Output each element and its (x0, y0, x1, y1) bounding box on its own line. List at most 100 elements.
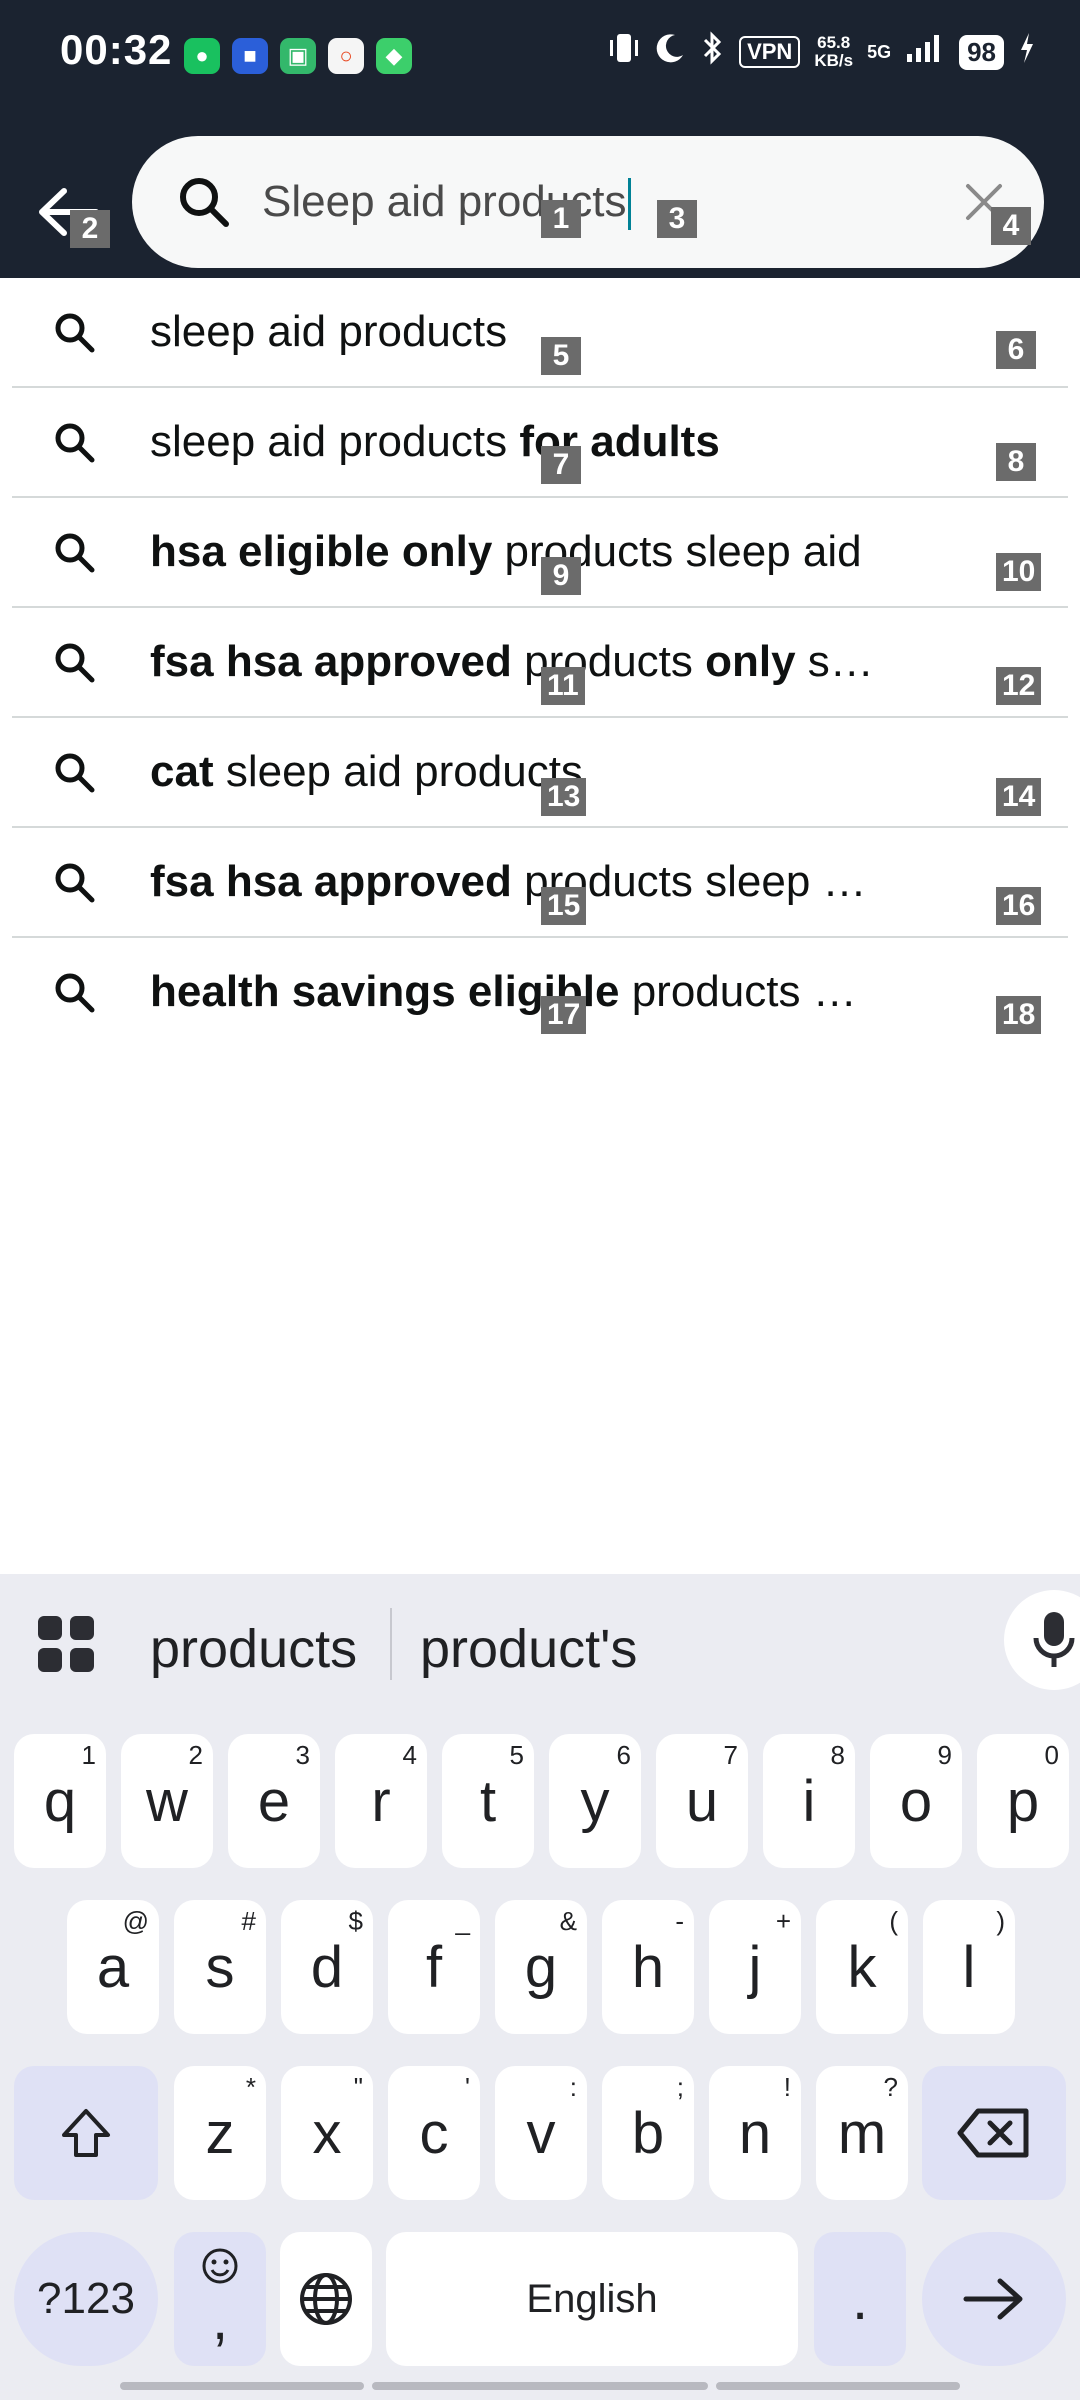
comma-key-label: , (211, 2286, 229, 2352)
moon-icon (653, 31, 687, 73)
key-h-label: h (631, 1934, 665, 2000)
emoji-icon (202, 2248, 238, 2283)
key-f[interactable]: f _ (388, 1900, 480, 2034)
annotation-tag: 18 (996, 996, 1042, 1034)
shift-key[interactable] (14, 2066, 158, 2200)
space-key[interactable]: English (386, 2232, 798, 2366)
language-key[interactable] (280, 2232, 372, 2366)
key-y-label: y (580, 1768, 610, 1834)
word-suggestion-1[interactable]: products (150, 1618, 357, 1680)
key-e-label: e (257, 1768, 291, 1834)
key-v-hint: : (569, 2072, 577, 2102)
suggestion-item[interactable]: hsa eligible only products sleep aid (12, 498, 1068, 608)
text-caret (628, 178, 632, 231)
key-w-hint: 2 (188, 1740, 203, 1770)
apps-grid-icon[interactable] (36, 1614, 96, 1674)
charging-icon (1018, 31, 1036, 73)
key-l[interactable]: l) (923, 1900, 1015, 2034)
annotation-tag: 10 (996, 553, 1042, 591)
key-x-label: x (312, 2100, 342, 2166)
key-b[interactable]: b; (602, 2066, 694, 2200)
annotation-tag: 4 (991, 207, 1031, 245)
key-c[interactable]: c ' (388, 2066, 480, 2200)
suggestion-divider (390, 1608, 392, 1680)
symbols-key[interactable]: ?123 (14, 2232, 158, 2366)
status-time: 00:32 (60, 26, 173, 73)
key-n[interactable]: n! (709, 2066, 801, 2200)
key-o-hint: 9 (937, 1740, 952, 1770)
key-j-hint: + (775, 1906, 791, 1936)
key-a[interactable]: a @ (67, 1900, 159, 2034)
search-input[interactable]: Sleep aid products (262, 166, 782, 238)
search-icon (55, 753, 95, 793)
search-box[interactable]: Sleep aid products (132, 136, 1044, 268)
suggestion-item[interactable]: health savings eligible products … (12, 938, 1068, 1046)
key-g-hint: & (559, 1906, 577, 1936)
period-key[interactable]: . (814, 2232, 906, 2366)
key-x[interactable]: x " (281, 2066, 373, 2200)
key-y[interactable]: y6 (549, 1734, 641, 1868)
app-green-icon: ▣ (280, 38, 316, 74)
suggestion-part: sleep aid products (150, 307, 508, 356)
annotation-tag: 1 (541, 200, 581, 238)
key-f-label: f (425, 1934, 443, 2000)
key-u[interactable]: u7 (656, 1734, 748, 1868)
key-g[interactable]: g & (495, 1900, 587, 2034)
period-key-label: . (851, 2266, 869, 2332)
key-k[interactable]: k( (816, 1900, 908, 2034)
battery-level: 98 (959, 34, 1004, 70)
suggestion-item[interactable]: fsa hsa approved products sleep … (12, 828, 1068, 938)
key-d[interactable]: d $ (281, 1900, 373, 2034)
suggestion-item[interactable]: cat sleep aid products (12, 718, 1068, 828)
key-t[interactable]: t5 (442, 1734, 534, 1868)
suggestion-part: sleep aid products (213, 747, 583, 796)
vpn-badge: VPN (739, 36, 801, 68)
speed-value: 65.8 (817, 33, 851, 52)
key-a-label: a (96, 1934, 130, 2000)
key-a-hint: @ (122, 1906, 149, 1936)
key-j[interactable]: j + (709, 1900, 801, 2034)
key-b-label: b (631, 2100, 665, 2166)
key-w[interactable]: w2 (121, 1734, 213, 1868)
keyboard: products product's q1w2e3r4t5y6u7i8o9p0a… (0, 1574, 1080, 2400)
comma-key[interactable]: , (174, 2232, 266, 2366)
key-i[interactable]: i8 (763, 1734, 855, 1868)
key-x-hint: " (353, 2072, 363, 2102)
key-p-label: p (1006, 1768, 1040, 1834)
key-u-hint: 7 (723, 1740, 738, 1770)
suggestion-bold-part: only (705, 637, 796, 686)
suggestion-list: sleep aid products sleep aid products for… (0, 278, 1080, 1046)
status-bar: 00:32 ● ■ ▣ ○ ◆ VPN 65.8 KB/s 5G 98 (0, 0, 1080, 110)
suggestion-item[interactable]: fsa hsa approved products only s… (12, 608, 1068, 718)
suggestion-bold-part: fsa hsa approved (150, 637, 512, 686)
annotation-tag: 7 (541, 446, 581, 484)
key-r-label: r (371, 1768, 391, 1834)
backspace-key[interactable] (922, 2066, 1066, 2200)
annotation-tag: 6 (996, 331, 1036, 369)
voice-input-button[interactable] (1004, 1590, 1080, 1690)
key-p-hint: 0 (1044, 1740, 1059, 1770)
key-s[interactable]: s # (174, 1900, 266, 2034)
key-y-hint: 6 (616, 1740, 631, 1770)
suggestion-item[interactable]: sleep aid products for adults (12, 388, 1068, 498)
key-r[interactable]: r4 (335, 1734, 427, 1868)
key-h[interactable]: h- (602, 1900, 694, 2034)
key-m[interactable]: m? (816, 2066, 908, 2200)
key-u-label: u (685, 1768, 719, 1834)
arrow-right-icon (963, 2278, 1023, 2320)
enter-key[interactable] (922, 2232, 1066, 2366)
key-v[interactable]: v: (495, 2066, 587, 2200)
key-z[interactable]: z * (174, 2066, 266, 2200)
key-g-label: g (524, 1934, 558, 2000)
key-e[interactable]: e3 (228, 1734, 320, 1868)
suggestion-item[interactable]: sleep aid products (12, 278, 1068, 388)
app-orange-ring-icon: ○ (328, 38, 364, 74)
key-l-label: l (962, 1934, 976, 2000)
key-o[interactable]: o9 (870, 1734, 962, 1868)
key-p[interactable]: p0 (977, 1734, 1069, 1868)
word-suggestion-2[interactable]: product's (420, 1618, 637, 1680)
key-t-label: t (479, 1768, 497, 1834)
key-q[interactable]: q1 (14, 1734, 106, 1868)
symbols-key-label: ?123 (37, 2274, 135, 2323)
wechat-icon: ● (184, 38, 220, 74)
